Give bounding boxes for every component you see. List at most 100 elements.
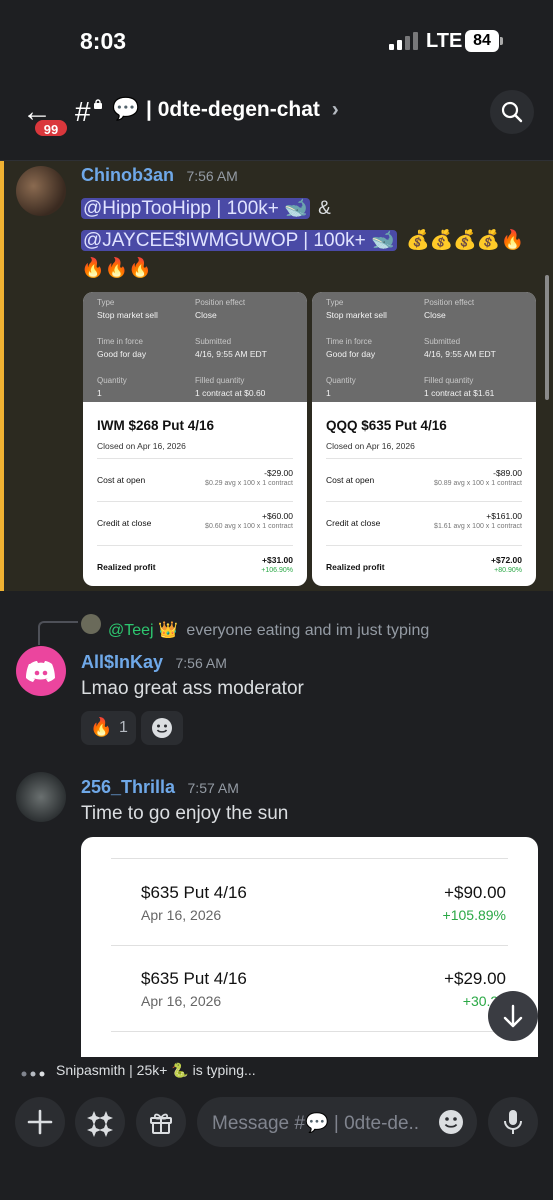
trade-screenshot-1[interactable]: Type Stop market sell Position effect Clos… [83,292,307,586]
position-date: Apr 16, 2026 [141,907,222,923]
position-amount: +$90.00 [444,883,506,902]
message-text: Time to go enjoy the sun [81,803,289,824]
battery-tip [500,37,503,45]
apps-button[interactable] [75,1097,125,1147]
reaction-fire[interactable]: 🔥 1 [81,711,136,745]
cost-amount: -$89.00 [493,468,522,478]
option-title: IWM $268 Put 4/16 [97,418,215,433]
cost-value: -$89.00 $0.89 avg x 100 x 1 contract [434,468,522,487]
search-icon [501,101,523,123]
position-pct: +105.89% [442,907,506,923]
field-label: Position effect [424,298,475,307]
field-value: Close [424,310,446,320]
profit-amount: +$31.00 [262,555,293,565]
row-divider [97,458,293,459]
cost-detail: $0.89 avg x 100 x 1 contract [434,480,522,487]
field-value: 1 [326,388,331,398]
credit-amount: +$60.00 [262,511,293,521]
row-divider [111,858,508,859]
reply-preview[interactable]: @Teej 👑 everyone eating and im just typi… [108,620,429,640]
profit-amount: +$72.00 [491,555,522,565]
typing-dots-icon [20,1066,50,1077]
signal-icon [389,32,419,50]
profit-pct: +80.90% [494,567,522,574]
profit-pct: +106.90% [261,567,293,574]
microphone-icon [504,1110,522,1134]
reply-text: everyone eating and im just typing [186,622,430,639]
field-value: Stop market sell [97,310,158,320]
gift-icon [150,1113,172,1134]
reply-avatar [81,614,101,634]
cost-label: Cost at open [97,475,146,485]
credit-detail: $1.61 avg x 100 x 1 contract [434,523,522,530]
row-divider [97,501,293,502]
battery-icon: 84 [465,30,499,52]
avatar[interactable] [16,166,66,216]
cost-amount: -$29.00 [264,468,293,478]
row-divider [326,458,522,459]
lock-icon [93,96,103,109]
timestamp: 7:57 AM [187,780,239,796]
network-label: LTE [426,30,463,52]
status-time: 8:03 [80,28,127,54]
emoji-text: 💰💰💰💰🔥 [405,230,525,251]
avatar[interactable] [16,772,66,822]
user-mention[interactable]: @JAYCEE$IWMGUWOP | 100k+ 🐋 [81,230,397,251]
field-value: Good for day [97,349,147,359]
message-text: & [318,198,331,219]
field-label: Submitted [195,337,232,346]
timestamp: 7:56 AM [186,168,238,184]
add-reaction-button[interactable] [141,711,183,745]
field-label: Time in force [97,337,143,346]
cost-label: Cost at open [326,475,375,485]
closed-date: Closed on Apr 16, 2026 [326,441,415,451]
voice-message-button[interactable] [488,1097,538,1147]
credit-amount: +$161.00 [486,511,522,521]
user-mention[interactable]: @HippTooHipp | 100k+ 🐋 [81,198,310,219]
profit-value: +$72.00 +80.90% [491,555,522,574]
field-label: Quantity [326,376,356,385]
message-input[interactable]: Message #💬 | 0dte-de.. [197,1097,477,1147]
channel-title[interactable]: | 0dte-degen-chat › [146,98,339,122]
typing-indicator: Snipasmith | 25k+ 🐍 is typing... [56,1062,256,1078]
scroll-to-bottom-button[interactable] [488,991,538,1041]
field-value: 1 [97,388,102,398]
username[interactable]: 256_Thrilla [81,777,175,797]
chevron-right-icon: › [331,98,339,121]
plus-icon [27,1109,53,1135]
search-button[interactable] [490,90,534,134]
timestamp: 7:56 AM [175,655,227,671]
row-divider [111,945,508,946]
discord-logo-icon [26,661,55,682]
channel-emoji: 💬 [112,96,140,121]
scrollbar[interactable] [545,275,549,400]
emoji-text: 🔥🔥🔥 [81,258,152,279]
field-value: 1 contract at $1.61 [424,388,495,398]
username[interactable]: All$InKay [81,652,163,672]
username[interactable]: Chinob3an [81,165,174,185]
row-divider [326,545,522,546]
profit-label: Realized profit [97,562,156,572]
field-value: 1 contract at $0.60 [195,388,266,398]
trade-screenshot-2[interactable]: Type Stop market sell Position effect Clos… [312,292,536,586]
emoji-picker-icon[interactable] [437,1108,465,1136]
row-divider [97,545,293,546]
gift-button[interactable] [136,1097,186,1147]
row-divider [111,1031,508,1032]
field-value: Stop market sell [326,310,387,320]
add-attachment-button[interactable] [15,1097,65,1147]
field-value: 4/16, 9:55 AM EDT [424,349,496,359]
image-attachment[interactable]: $635 Put 4/16 Apr 16, 2026 +$90.00 +105.… [81,837,538,1057]
credit-label: Credit at close [97,518,152,528]
avatar[interactable] [16,646,66,696]
field-label: Type [326,298,344,307]
cost-detail: $0.29 avg x 100 x 1 contract [205,480,293,487]
message-placeholder: Message #💬 | 0dte-de.. [212,1113,420,1134]
reply-username: @Teej 👑 [108,622,178,639]
order-details: Type Stop market sell Position effect Clos… [312,292,536,402]
order-details: Type Stop market sell Position effect Clos… [83,292,307,402]
private-channel-icon: # [75,96,91,127]
field-label: Filled quantity [424,376,474,385]
field-label: Filled quantity [195,376,245,385]
unread-badge: 99 [33,118,69,138]
